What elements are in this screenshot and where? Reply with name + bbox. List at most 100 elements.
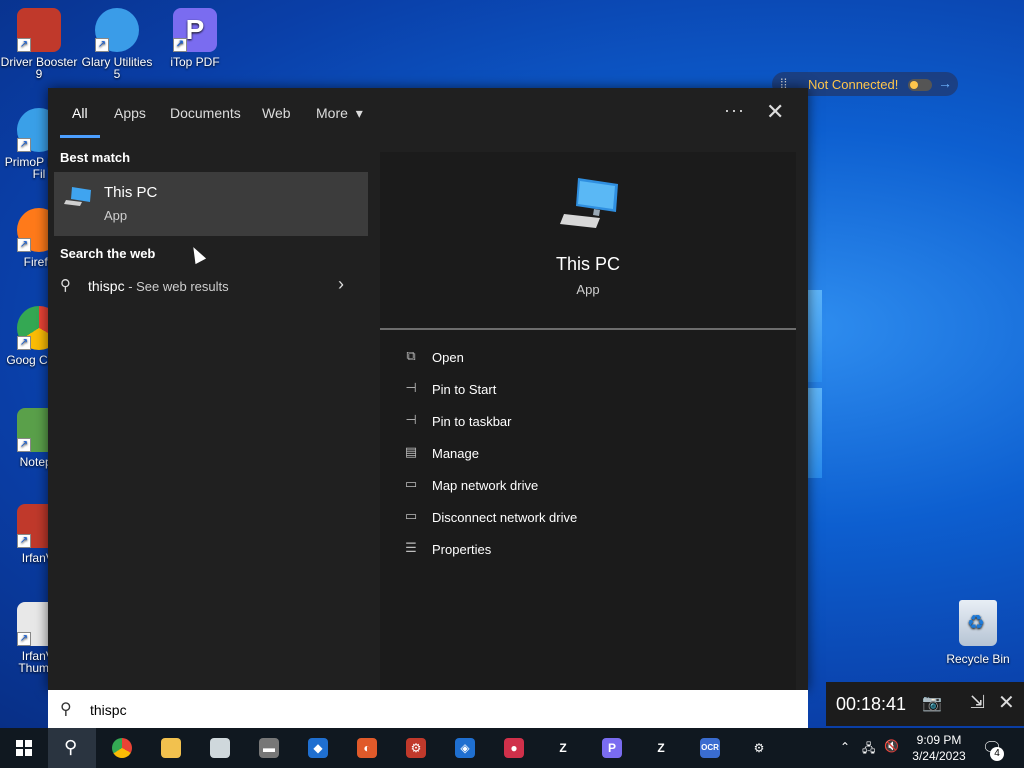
chevron-right-icon[interactable]: › <box>338 274 344 295</box>
desktop-icon-label: iTop PDF <box>170 55 220 69</box>
notification-count: 4 <box>990 747 1004 761</box>
search-icon: ⚲ <box>60 277 71 294</box>
tab-all[interactable]: All <box>72 105 88 121</box>
notification-center-button[interactable]: 🗨 4 <box>982 738 1004 761</box>
search-box[interactable]: ⚲ <box>48 690 808 728</box>
desktop-icon-glary-utilities[interactable]: ↗ Glary Utilities 5 <box>78 8 156 80</box>
taskbar-app-app-4[interactable]: ▬ <box>245 728 293 768</box>
web-result-item[interactable]: ⚲ thispc - See web results › <box>54 262 368 310</box>
arrow-right-icon[interactable]: → <box>938 75 952 91</box>
pin-icon: ⊣ <box>405 412 417 427</box>
chrome-icon <box>112 738 132 758</box>
action-map-network-drive[interactable]: ▭ Map network drive <box>400 474 780 498</box>
action-pin-to-taskbar[interactable]: ⊣ Pin to taskbar <box>400 410 780 434</box>
this-pc-icon <box>560 178 618 228</box>
action-disconnect-network-drive[interactable]: ▭ Disconnect network drive <box>400 506 780 530</box>
tab-documents[interactable]: Documents <box>170 105 241 121</box>
network-icon[interactable]: 🖧 <box>862 739 875 760</box>
taskbar-app-app-5[interactable]: ◆ <box>294 728 342 768</box>
action-label: Open <box>432 350 464 365</box>
preview-divider <box>380 328 796 330</box>
timer-widget: 00:18:41 📷 ⇲ ✕ <box>826 682 1024 726</box>
itop-pdf-icon: P <box>602 738 622 758</box>
tab-more[interactable]: More ▾ <box>316 105 363 122</box>
taskbar-app-chrome[interactable] <box>98 728 146 768</box>
ocr-app-icon: OCR <box>700 738 720 758</box>
timer-time: 00:18:41 <box>836 694 907 714</box>
clock-time: 9:09 PM <box>916 733 962 747</box>
tab-apps[interactable]: Apps <box>114 105 146 121</box>
taskbar-app-app-6[interactable]: ◐ <box>343 728 391 768</box>
taskbar-clock[interactable]: 9:09 PM 3/24/2023 <box>908 732 970 764</box>
desktop-icon-driver-booster[interactable]: ↗ Driver Booster 9 <box>0 8 78 80</box>
itop-pdf-icon: P ↗ <box>173 8 217 52</box>
start-button[interactable] <box>0 728 48 768</box>
vpn-toggle[interactable] <box>908 79 932 91</box>
search-icon: ⚲ <box>60 701 72 718</box>
action-label: Map network drive <box>432 478 539 493</box>
best-match-item[interactable]: This PC App <box>54 172 368 236</box>
taskbar-app-shield-app[interactable]: ◈ <box>441 728 489 768</box>
windows-logo-pane <box>808 290 822 382</box>
taskbar: ⚲ ▬ ◆ ◐ ⚙ ◈ ● Z P Z OCR ⚙ ⌃ 🖧 🔇 9:09 PM 3/24/2023 … <box>0 728 1024 768</box>
expand-icon[interactable]: ⇲ <box>970 692 985 713</box>
search-panel: All Apps Documents Web More ▾ ··· ✕ Best… <box>48 88 808 690</box>
taskbar-search-button[interactable]: ⚲ <box>48 728 96 768</box>
action-label: Pin to Start <box>432 382 497 397</box>
app-5-icon: ◆ <box>308 738 328 758</box>
best-match-heading: Best match <box>60 150 131 165</box>
web-result-text: thispc - See web results <box>88 278 229 294</box>
preview-subtitle: App <box>576 282 600 297</box>
tab-more-label: More <box>316 105 348 121</box>
search-web-heading: Search the web <box>60 246 156 261</box>
taskbar-app-driver-booster[interactable]: ⚙ <box>392 728 440 768</box>
preview-title: This PC <box>555 254 620 274</box>
tab-web[interactable]: Web <box>262 105 291 121</box>
action-open[interactable]: ⧉ Open <box>400 346 780 370</box>
taskbar-app-file-explorer[interactable] <box>147 728 195 768</box>
action-pin-to-start[interactable]: ⊣ Pin to Start <box>400 378 780 402</box>
volume-muted-icon[interactable]: 🔇 <box>884 739 899 753</box>
best-match-title: This PC <box>104 184 158 201</box>
recycle-bin-icon <box>959 600 997 646</box>
vpn-status-label: Not Connected! <box>808 77 899 92</box>
more-options-icon[interactable]: ··· <box>724 100 745 121</box>
action-label: Disconnect network drive <box>432 510 578 525</box>
desktop-icon-itop-pdf[interactable]: P ↗ iTop PDF <box>156 8 234 68</box>
file-explorer-icon <box>161 738 181 758</box>
glary-utilities-icon: ↗ <box>95 8 139 52</box>
web-result-suffix: - See web results <box>124 279 229 294</box>
clock-date: 3/24/2023 <box>912 749 966 763</box>
this-pc-icon <box>64 187 91 206</box>
system-tray: ⌃ 🖧 🔇 <box>836 728 906 768</box>
preview-pane: This PC App ⧉ Open ⊣ Pin to Start ⊣ Pin … <box>380 152 796 690</box>
close-icon[interactable]: ✕ <box>766 99 784 125</box>
z-app-2-icon: Z <box>657 741 665 755</box>
taskbar-app-settings[interactable]: ⚙ <box>735 728 783 768</box>
settings-icon: ⚙ <box>753 741 765 755</box>
desktop-icon-label: Recycle Bin <box>946 652 1010 666</box>
taskbar-app-recorder-app[interactable]: ● <box>490 728 538 768</box>
taskbar-app-notepad-app[interactable] <box>196 728 244 768</box>
recorder-app-icon: ● <box>504 738 524 758</box>
action-manage[interactable]: ▤ Manage <box>400 442 780 466</box>
taskbar-app-z-app[interactable]: Z <box>539 728 587 768</box>
z-app-icon: Z <box>559 741 567 755</box>
properties-icon: ☰ <box>405 540 417 555</box>
search-input[interactable] <box>88 698 792 722</box>
action-properties[interactable]: ☰ Properties <box>400 538 780 562</box>
chevron-up-icon[interactable]: ⌃ <box>840 740 850 754</box>
app-4-icon: ▬ <box>259 738 279 758</box>
network-drive-icon: ▭ <box>404 476 418 491</box>
results-list: Best match This PC App Search the web ⚲ … <box>48 138 370 690</box>
driver-booster-icon: ↗ <box>17 8 61 52</box>
action-label: Properties <box>432 542 492 557</box>
desktop-icon-recycle-bin[interactable]: Recycle Bin <box>940 600 1016 666</box>
close-icon[interactable]: ✕ <box>998 690 1015 715</box>
taskbar-app-z-app-2[interactable]: Z <box>637 728 685 768</box>
taskbar-app-ocr-app[interactable]: OCR <box>686 728 734 768</box>
camera-icon[interactable]: 📷 <box>922 693 942 713</box>
taskbar-app-itop-pdf[interactable]: P <box>588 728 636 768</box>
open-icon: ⧉ <box>406 348 416 363</box>
network-drive-icon: ▭ <box>404 508 418 523</box>
